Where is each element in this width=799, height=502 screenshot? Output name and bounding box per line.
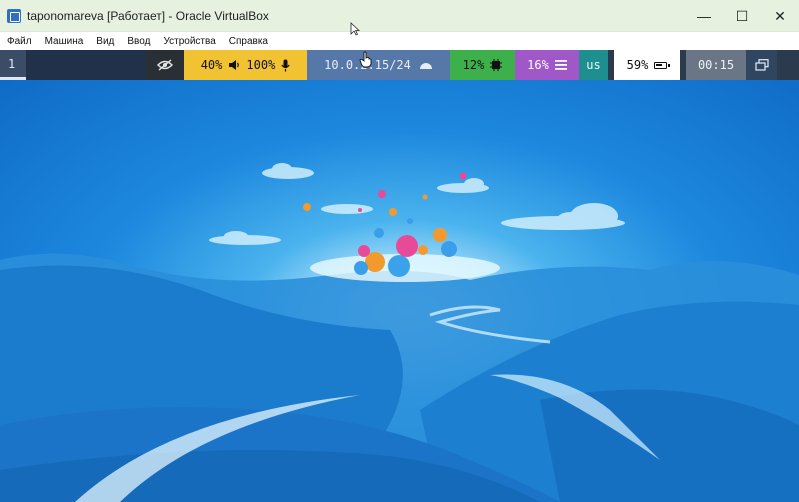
menu-machine[interactable]: Машина — [45, 36, 84, 47]
keyboard-layout-widget[interactable]: us — [579, 50, 608, 80]
clock-value: 00:15 — [697, 58, 735, 72]
wallpaper-illustration — [0, 163, 799, 502]
eye-slash-icon — [157, 59, 173, 71]
volume-widget[interactable]: 40% 100% — [184, 50, 307, 80]
workspace-label: 1 — [8, 56, 16, 71]
menu-file[interactable]: Файл — [7, 36, 32, 47]
window-switch-icon — [754, 59, 769, 71]
desktop-wallpaper — [0, 80, 799, 502]
clock-widget[interactable]: 00:15 — [686, 50, 746, 80]
close-button[interactable]: ✕ — [761, 0, 799, 32]
battery-widget[interactable]: 59% — [614, 50, 680, 80]
battery-value: 59% — [626, 58, 649, 72]
maximize-button[interactable]: ☐ — [723, 0, 761, 32]
hand-cursor-icon — [359, 51, 372, 68]
mic-value: 100% — [246, 58, 276, 72]
workspace-button[interactable]: 1 — [0, 50, 26, 80]
speaker-icon — [229, 60, 240, 70]
cpu-widget[interactable]: 12% — [450, 50, 515, 80]
minimize-button[interactable]: — — [685, 0, 723, 32]
menu-input[interactable]: Ввод — [127, 36, 150, 47]
network-widget[interactable]: 10.0.2.15/24 — [307, 50, 450, 80]
battery-icon — [654, 61, 671, 69]
memory-value: 16% — [527, 58, 549, 72]
menu-lines-icon — [554, 60, 567, 70]
menu-help[interactable]: Справка — [229, 36, 268, 47]
cpu-value: 12% — [462, 58, 485, 72]
window-title-area — [26, 50, 146, 80]
wifi-icon — [419, 63, 432, 69]
window-titlebar[interactable]: taponomareva [Работает] - Oracle Virtual… — [0, 0, 799, 32]
guest-status-panel: 1 40% 100% 10.0.2.15/24 12% — [0, 50, 799, 80]
virtualbox-app-icon — [7, 8, 21, 23]
volume-value: 40% — [200, 58, 223, 72]
window-controls: — ☐ ✕ — [685, 0, 799, 32]
window-switch-button[interactable] — [746, 50, 777, 80]
memory-widget[interactable]: 16% — [515, 50, 579, 80]
visibility-toggle[interactable] — [146, 50, 184, 80]
menu-view[interactable]: Вид — [96, 36, 114, 47]
layout-value: us — [586, 58, 601, 72]
window-title: taponomareva [Работает] - Oracle Virtual… — [27, 8, 269, 23]
vbox-menubar: Файл Машина Вид Ввод Устройства Справка — [0, 32, 799, 50]
microphone-icon — [281, 59, 290, 71]
pointer-cursor-icon — [350, 22, 360, 36]
menu-devices[interactable]: Устройства — [163, 36, 215, 47]
cpu-chip-icon — [490, 59, 503, 71]
